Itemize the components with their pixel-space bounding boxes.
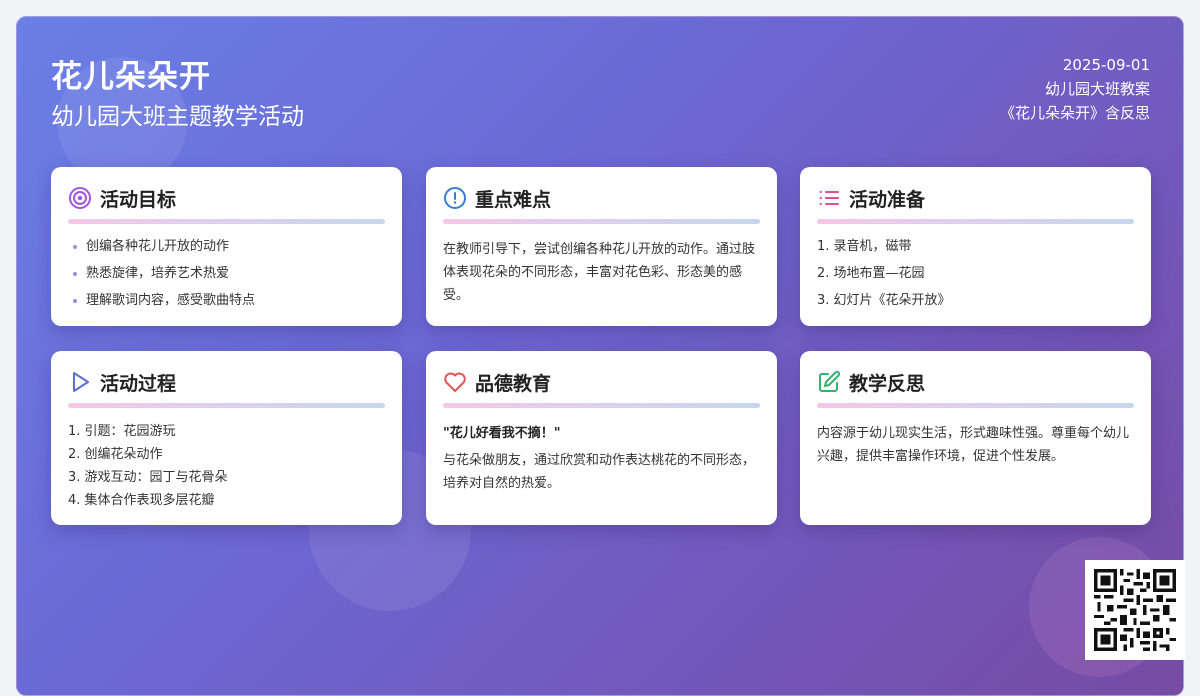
card-process: 活动过程 1. 引题：花园游玩 2. 创编花朵动作 3. 游戏互动：园丁与花骨朵… [51,351,402,525]
edit-icon [817,370,841,394]
card-title: 重点难点 [475,188,552,211]
page-subtitle: 幼儿园大班主题教学活动 [51,104,304,130]
card-reflection: 教学反思 内容源于幼儿现实生活，形式趣味性强。尊重每个幼儿兴趣，提供丰富操作环境… [800,351,1151,525]
card-divider [443,403,760,408]
card-morals: 品德教育 "花儿好看我不摘！" 与花朵做朋友，通过欣赏和动作表达桃花的不同形态，… [426,351,777,525]
list-item: 3. 游戏互动：园丁与花骨朵 [68,470,228,485]
card-title: 活动目标 [100,188,177,211]
slide-background: 花儿朵朵开 幼儿园大班主题教学活动 2025-09-01 幼儿园大班教案 《花儿… [16,16,1184,696]
page-title: 花儿朵朵开 [51,59,211,95]
header-meta: 2025-09-01 幼儿园大班教案 《花儿朵朵开》含反思 [1000,53,1150,125]
list-item: 创编各种花儿开放的动作 [68,233,385,260]
meta-line-2: 《花儿朵朵开》含反思 [999,104,1150,122]
list-item: 1. 引题：花园游玩 [68,424,176,439]
card-title: 教学反思 [849,372,926,395]
list-item: 2. 场地布置—花园 [817,266,925,281]
card-divider [817,219,1134,224]
prep-list: 1. 录音机，磁带 2. 场地布置—花园 3. 幻灯片《花朵开放》 [817,233,1134,314]
goals-list: 创编各种花儿开放的动作 熟悉旋律，培养艺术热爱 理解歌词内容，感受歌曲特点 [68,233,385,314]
card-divider [443,219,760,224]
card-key-points: 重点难点 在教师引导下，尝试创编各种花儿开放的动作。通过肢体表现花朵的不同形态，… [426,167,777,326]
card-title: 活动过程 [100,372,177,395]
date-label: 2025-09-01 [1062,56,1150,74]
card-title: 活动准备 [849,188,926,211]
heart-icon [443,370,467,394]
card-prep: 活动准备 1. 录音机，磁带 2. 场地布置—花园 3. 幻灯片《花朵开放》 [800,167,1151,326]
list-item: 3. 幻灯片《花朵开放》 [817,293,951,308]
card-goals: 活动目标 创编各种花儿开放的动作 熟悉旋律，培养艺术热爱 理解歌词内容，感受歌曲… [51,167,402,326]
morals-quote: "花儿好看我不摘！" [443,426,561,441]
list-item: 理解歌词内容，感受歌曲特点 [68,287,385,314]
play-icon [68,370,92,394]
qr-code-icon [1085,560,1185,660]
list-icon [817,186,841,210]
meta-line-1: 幼儿园大班教案 [1044,80,1150,98]
key-points-text: 在教师引导下，尝试创编各种花儿开放的动作。通过肢体表现花朵的不同形态，丰富对花色… [443,242,756,303]
list-item: 4. 集体合作表现多层花瓣 [68,493,215,508]
card-title: 品德教育 [475,372,552,395]
reflection-text: 内容源于幼儿现实生活，形式趣味性强。尊重每个幼儿兴趣，提供丰富操作环境，促进个性… [817,426,1130,464]
alert-circle-icon [443,186,467,210]
process-list: 1. 引题：花园游玩 2. 创编花朵动作 3. 游戏互动：园丁与花骨朵 4. 集… [68,420,385,512]
card-divider [68,403,385,408]
list-item: 2. 创编花朵动作 [68,447,163,462]
morals-body: "花儿好看我不摘！" 与花朵做朋友，通过欣赏和动作表达桃花的不同形态，培养对自然… [443,422,760,495]
target-icon [68,186,92,210]
morals-text: 与花朵做朋友，通过欣赏和动作表达桃花的不同形态，培养对自然的热爱。 [443,453,756,491]
card-divider [817,403,1134,408]
card-divider [68,219,385,224]
list-item: 熟悉旋律，培养艺术热爱 [68,260,385,287]
list-item: 1. 录音机，磁带 [817,239,912,254]
